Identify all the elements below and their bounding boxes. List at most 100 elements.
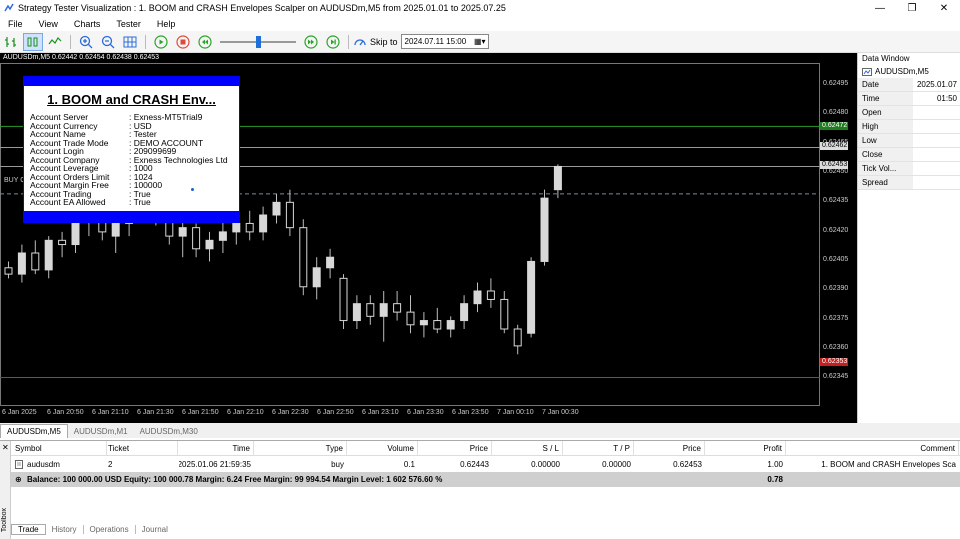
close-icon[interactable]: ✕ (2, 443, 9, 452)
line-chart-button[interactable] (45, 33, 65, 51)
price-scale[interactable]: 0.62495 0.62480 0.62465 0.62450 0.62435 … (820, 53, 857, 423)
col-volume[interactable]: Volume (348, 441, 418, 456)
candle (339, 274, 348, 329)
dw-key: Spread (858, 176, 913, 189)
bull-candle-body (527, 260, 536, 334)
cell-ticket: 2 (108, 460, 113, 469)
bull-candle-body (460, 303, 469, 322)
minimize-icon[interactable]: — (864, 0, 896, 16)
candle (419, 312, 428, 338)
bar-chart-button[interactable] (1, 33, 21, 51)
tab-history[interactable]: History (46, 524, 84, 534)
step-forward-button[interactable] (323, 33, 343, 51)
tab-operations[interactable]: Operations (84, 524, 136, 534)
bull-candle-body (259, 214, 268, 233)
candle (379, 291, 388, 342)
candle (205, 231, 214, 262)
slow-down-button[interactable] (195, 33, 215, 51)
dw-value (913, 148, 960, 161)
col-time[interactable]: Time (179, 441, 254, 456)
zoom-in-icon (79, 35, 93, 48)
bear-candle-body (192, 227, 201, 250)
dw-key: Close (858, 148, 913, 161)
col-ticket[interactable]: Ticket (108, 441, 178, 456)
rewind-icon (198, 34, 212, 49)
balance-summary: Balance: 100 000.00 USD Equity: 100 000.… (27, 475, 443, 484)
balance-profit: 0.78 (767, 475, 783, 484)
menu-help[interactable]: Help (149, 19, 184, 29)
col-type[interactable]: Type (255, 441, 347, 456)
price-label: 0.62405 (823, 256, 849, 263)
calendar-dropdown-icon[interactable]: ▦▾ (474, 37, 486, 46)
col-tp[interactable]: T / P (564, 441, 634, 456)
title-bar: Strategy Tester Visualization : 1. BOOM … (0, 0, 960, 16)
col-profit[interactable]: Profit (706, 441, 786, 456)
bull-candle-body (553, 165, 562, 191)
candlestick-icon (27, 37, 38, 46)
skip-to-date-input[interactable]: 2024.07.11 15:00 ▦▾ (400, 34, 489, 49)
time-label: 6 Jan 23:10 (362, 409, 399, 416)
zoom-out-button[interactable] (98, 33, 118, 51)
data-window-symbol: AUDUSDm,M5 (858, 65, 960, 78)
bull-candle-body (218, 231, 227, 241)
time-label: 7 Jan 00:30 (542, 409, 579, 416)
speed-slider[interactable] (220, 35, 296, 48)
bear-candle-body (486, 290, 495, 300)
candle (473, 282, 482, 313)
bull-candle-body (540, 197, 549, 262)
table-row[interactable]: audusdm 2 2025.01.06 21:59:35 buy 0.1 0.… (11, 457, 960, 472)
price-label: 0.62435 (823, 197, 849, 204)
window-title: Strategy Tester Visualization : 1. BOOM … (18, 3, 506, 13)
tab-audusdm-m30[interactable]: AUDUSDm,M30 (134, 425, 204, 438)
price-chart[interactable]: AUDUSDm,M5 0.62442 0.62454 0.62438 0.624… (0, 53, 857, 423)
bull-candle-body (44, 239, 53, 271)
tab-audusdm-m5[interactable]: AUDUSDm,M5 (0, 424, 68, 438)
col-sl[interactable]: S / L (493, 441, 563, 456)
col-current-price[interactable]: Price (635, 441, 705, 456)
candle (4, 261, 13, 279)
tab-trade[interactable]: Trade (11, 523, 46, 535)
candle (527, 257, 536, 338)
menu-tester[interactable]: Tester (108, 19, 149, 29)
speed-slider-thumb[interactable] (256, 35, 261, 48)
zoom-in-button[interactable] (76, 33, 96, 51)
time-axis[interactable]: 6 Jan 2025 6 Jan 20:50 6 Jan 21:10 6 Jan… (0, 406, 820, 423)
bear-candle-body (4, 267, 13, 275)
cell-tp[interactable]: 0.00000 (564, 457, 634, 472)
restore-icon[interactable]: ❐ (896, 0, 928, 16)
col-price[interactable]: Price (419, 441, 492, 456)
candle (192, 223, 201, 258)
bear-candle-body (31, 252, 40, 271)
bear-candle-body (366, 303, 375, 317)
tab-journal[interactable]: Journal (136, 525, 174, 534)
cell-time: 2025.01.06 21:59:35 (179, 460, 251, 469)
stop-button[interactable] (173, 33, 193, 51)
close-icon[interactable]: ✕ (928, 0, 960, 16)
bull-candle-body (205, 239, 214, 250)
expand-icon[interactable]: ⊕ (15, 472, 23, 487)
menu-file[interactable]: File (0, 19, 31, 29)
dw-key: Time (858, 92, 913, 105)
candlestick-button[interactable] (23, 32, 43, 51)
bull-candle-body (232, 222, 241, 233)
col-comment[interactable]: Comment (787, 441, 959, 456)
menu-charts[interactable]: Charts (66, 19, 109, 29)
toolbar: Skip to 2024.07.11 15:00 ▦▾ (0, 31, 960, 53)
speed-up-button[interactable] (301, 33, 321, 51)
bull-candle-body (446, 320, 455, 330)
grid-button[interactable] (120, 33, 140, 51)
candle (299, 219, 308, 296)
play-button[interactable] (151, 33, 171, 51)
price-label: 0.62390 (823, 285, 849, 292)
dw-row: Date 2025.01.07 (858, 78, 960, 92)
line-chart-icon (48, 36, 62, 44)
bull-candle-body (352, 303, 361, 322)
menu-view[interactable]: View (31, 19, 66, 29)
panel-dot (191, 188, 194, 191)
sl-price-tag: 0.62353 (820, 358, 848, 366)
tab-audusdm-m1[interactable]: AUDUSDm,M1 (68, 425, 134, 438)
toolbox-sidebar: ✕ Toolbox (0, 441, 11, 539)
cell-sl[interactable]: 0.00000 (493, 457, 563, 472)
col-symbol[interactable]: Symbol (15, 441, 107, 456)
ask-price-tag: 0.62462 (820, 142, 848, 150)
